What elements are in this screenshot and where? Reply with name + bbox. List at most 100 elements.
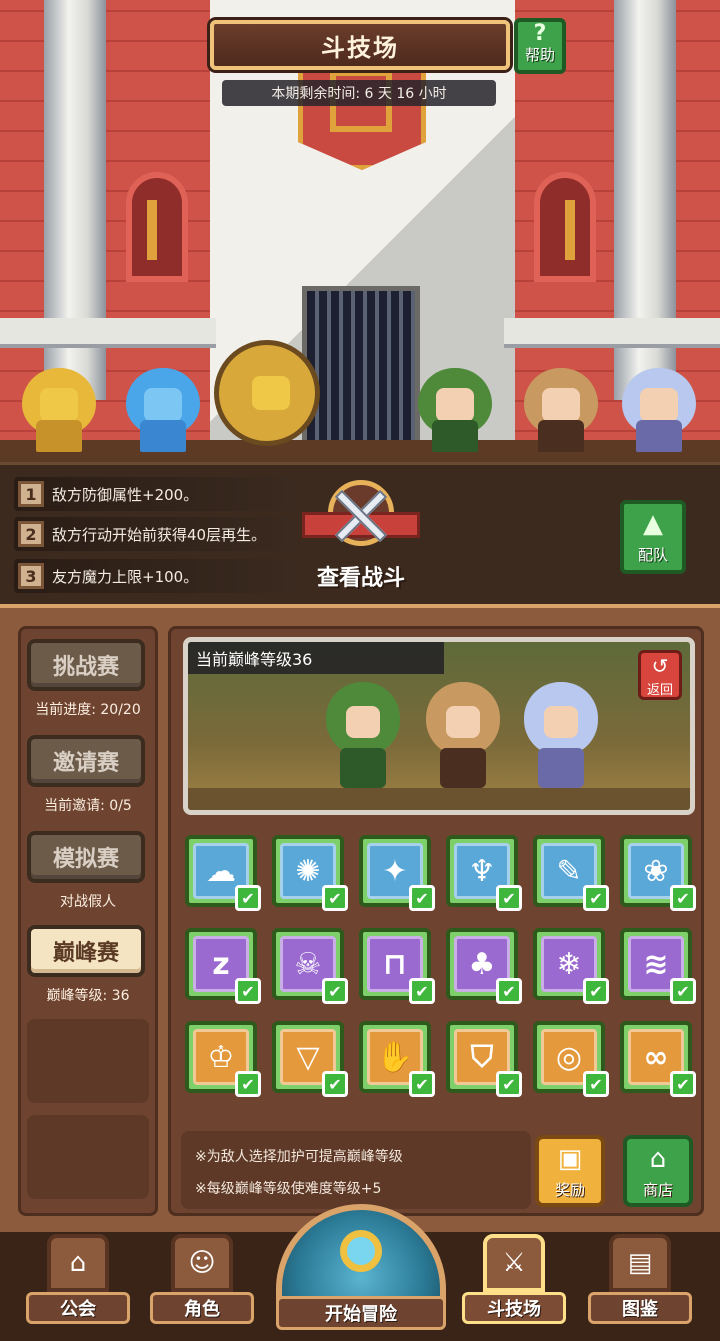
checkmark-icon: ✔ [235,885,261,911]
blessing-cell[interactable]: ✋ ✔ [359,1021,435,1097]
help-label: 帮助 [524,46,555,64]
checkmark-icon: ✔ [322,1071,348,1097]
nav-codex[interactable]: ▤ 图鉴 [588,1234,692,1328]
shop-icon: ⌂ [649,1144,667,1174]
return-button[interactable]: ↺ 返回 [638,650,682,700]
sword-right-icon [565,200,575,260]
blessing-cell[interactable]: ⛉ ✔ [446,1021,522,1097]
blessing-cell[interactable]: ♆ ✔ [446,835,522,911]
invitation-count: 当前邀请: 0/5 [44,798,132,814]
mode-challenge: 挑战赛 当前进度: 20/20 [27,639,149,719]
buff-number: 2 [18,521,44,547]
challenge-mode-button[interactable]: 挑战赛 [27,639,145,691]
arena-ground [0,440,720,462]
buff-row-1: 1 敌方防御属性+200。 [14,477,296,511]
season-timer: 本期剩余时间: 6 天 16 小时 [222,80,496,106]
question-icon: ? [533,21,547,46]
simulation-desc: 对战假人 [60,894,116,910]
blessing-cell[interactable]: ☠ ✔ [272,928,348,1004]
nav-guild-label: 公会 [26,1292,130,1324]
ledge-left [0,318,216,348]
buff-text: 敌方行动开始前获得40层再生。 [52,525,267,544]
nav-arena-label: 斗技场 [462,1292,566,1324]
blessing-cell[interactable]: z ✔ [185,928,261,1004]
buff-number: 3 [18,563,44,589]
nav-guild[interactable]: ⌂ 公会 [26,1234,130,1328]
peak-notes: ※为敌人选择加护可提高巅峰等级 ※每级巅峰等级使难度等级+5 [181,1131,531,1209]
checkmark-icon: ✔ [583,885,609,911]
reward-button[interactable]: ▣ 奖励 [535,1135,605,1207]
peak-content: 当前巅峰等级36 ↺ 返回 ☁ ✔ ✺ ✔ ✦ ✔ ♆ ✔ ✎ ✔ ❀ ✔ z ✔ ☠ ✔ ⊓ ✔ ♣ ✔ ❄ ✔ ≋ ✔ ♔ ✔… [168,626,704,1216]
checkmark-icon: ✔ [409,885,435,911]
crossed-swords-icon: ⚔ [483,1234,545,1292]
blessing-cell[interactable]: ◎ ✔ [533,1021,609,1097]
page-title: 斗技场 [210,20,510,70]
invitation-mode-button[interactable]: 邀请赛 [27,735,145,787]
blessing-cell[interactable]: ⊓ ✔ [359,928,435,1004]
challenge-progress: 当前进度: 20/20 [35,702,141,718]
team-setup-button[interactable]: ▲ 配队 [620,500,686,574]
return-icon: ↺ [651,654,669,678]
magnifier-icon [340,1230,382,1272]
checkmark-icon: ✔ [670,885,696,911]
checkmark-icon: ✔ [670,978,696,1004]
checkmark-icon: ✔ [496,978,522,1004]
return-label: 返回 [646,683,673,698]
view-battle-button[interactable]: 查看战斗 [296,480,426,592]
blessing-cell[interactable]: ♣ ✔ [446,928,522,1004]
shop-label: 商店 [642,1181,673,1199]
team-setup-label: 配队 [637,546,668,564]
team-icon: ▲ [643,509,663,539]
checkmark-icon: ✔ [409,978,435,1004]
enemy-moon-mage[interactable] [214,340,326,452]
buff-text: 敌方防御属性+200。 [52,485,199,504]
mode-invitation: 邀请赛 当前邀请: 0/5 [27,735,149,815]
nav-arena[interactable]: ⚔ 斗技场 [462,1234,566,1328]
simulation-mode-button[interactable]: 模拟赛 [27,831,145,883]
book-icon: ▤ [609,1234,671,1292]
note-line: ※每级巅峰等级使难度等级+5 [195,1181,382,1197]
checkmark-icon: ✔ [670,1071,696,1097]
team-preview: 当前巅峰等级36 ↺ 返回 [183,637,695,815]
start-adventure-button[interactable]: 开始冒险 [276,1204,446,1341]
shop-button[interactable]: ⌂ 商店 [623,1135,693,1207]
buff-text: 友方魔力上限+100。 [52,567,199,586]
ally-frost-mage[interactable] [614,362,704,454]
mode-simulation: 模拟赛 对战假人 [27,831,149,911]
peak-level-title: 当前巅峰等级36 [188,642,444,674]
peak-level: 巅峰等级: 36 [46,988,130,1004]
chest-icon: ▣ [557,1144,583,1174]
mode-peak: 巅峰赛 巅峰等级: 36 [27,925,149,1005]
checkmark-icon: ✔ [583,978,609,1004]
blessing-cell[interactable]: ❄ ✔ [533,928,609,1004]
peak-mode-button[interactable]: 巅峰赛 [27,925,145,977]
blessing-cell[interactable]: ≋ ✔ [620,928,696,1004]
checkmark-icon: ✔ [583,1071,609,1097]
character-icon: ☺ [171,1234,233,1292]
enemy-gold-knight[interactable] [14,362,104,454]
sword-left-icon [147,200,157,260]
empty-mode-slot [27,1019,149,1103]
enemy-water-spirit[interactable] [118,362,208,454]
blessing-cell[interactable]: ▽ ✔ [272,1021,348,1097]
blessing-cell[interactable]: ❀ ✔ [620,835,696,911]
ally-green-dryad[interactable] [410,362,500,454]
checkmark-icon: ✔ [409,1071,435,1097]
ally-lion-brawler[interactable] [516,362,606,454]
buff-row-2: 2 敌方行动开始前获得40层再生。 [14,517,296,551]
blessing-cell[interactable]: ✺ ✔ [272,835,348,911]
help-button[interactable]: ? 帮助 [514,18,566,74]
buff-number: 1 [18,481,44,507]
nav-character[interactable]: ☺ 角色 [150,1234,254,1328]
mode-sidebar: 挑战赛 当前进度: 20/20 邀请赛 当前邀请: 0/5 模拟赛 对战假人 巅… [18,626,158,1216]
preview-lion-brawler [420,678,506,790]
preview-green-dryad [320,678,406,790]
blessing-cell[interactable]: ∞ ✔ [620,1021,696,1097]
checkmark-icon: ✔ [496,1071,522,1097]
blessing-cell[interactable]: ✎ ✔ [533,835,609,911]
blessing-cell[interactable]: ♔ ✔ [185,1021,261,1097]
checkmark-icon: ✔ [322,885,348,911]
window-left [126,172,188,282]
blessing-cell[interactable]: ✦ ✔ [359,835,435,911]
blessing-cell[interactable]: ☁ ✔ [185,835,261,911]
